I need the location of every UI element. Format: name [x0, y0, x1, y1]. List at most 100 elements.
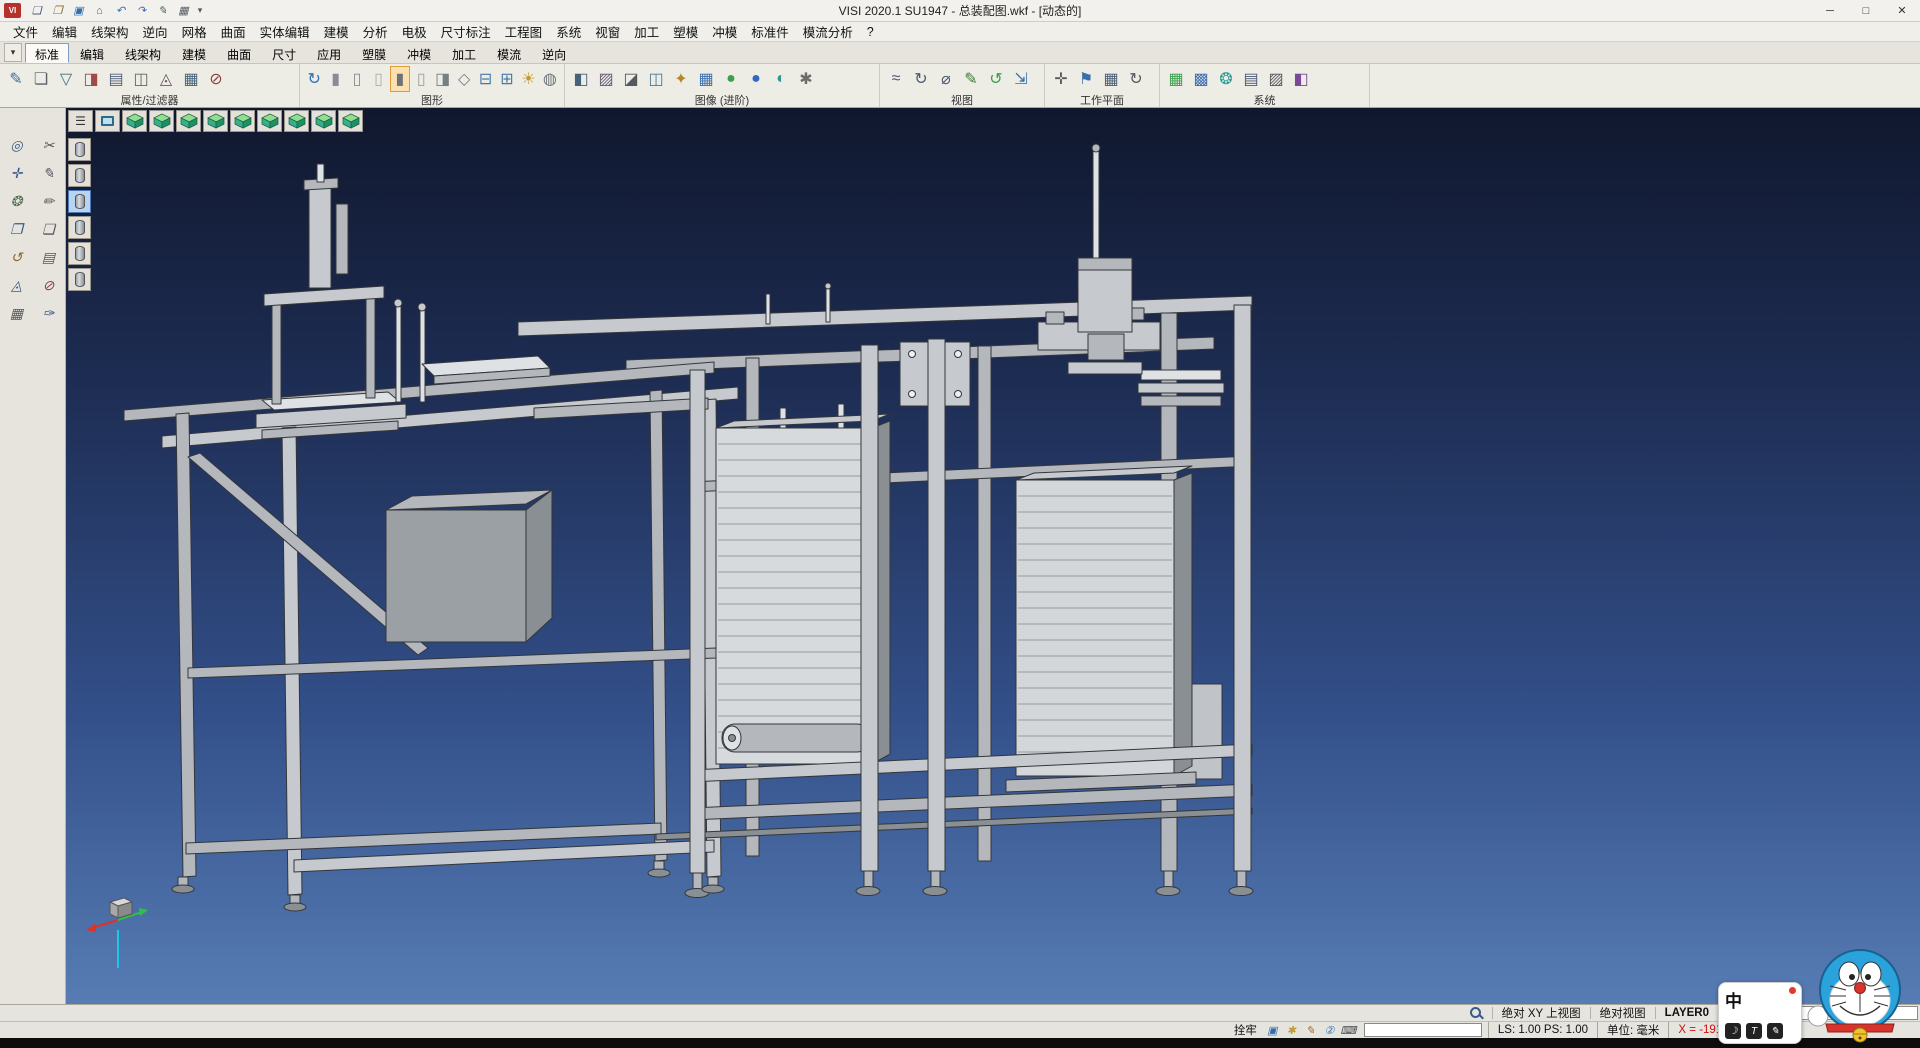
units-indicator[interactable]: 单位: 毫米	[1597, 1022, 1668, 1038]
material-icon[interactable]: ◍	[540, 66, 560, 92]
menu-edit[interactable]: 编辑	[45, 20, 84, 43]
save-icon[interactable]: ▣	[69, 2, 88, 19]
clear-filter-icon[interactable]: ⊘	[204, 66, 228, 92]
minimize-button[interactable]: ─	[1812, 0, 1848, 21]
display-mode-5-icon[interactable]	[68, 242, 91, 265]
list-icon[interactable]: ▤	[37, 246, 61, 268]
menu-mould[interactable]: 塑模	[666, 20, 705, 43]
sphere-green-icon[interactable]: ●	[719, 66, 743, 92]
menu-standard-parts[interactable]: 标准件	[744, 20, 796, 43]
layer-filter-icon[interactable]: ▤	[104, 66, 128, 92]
workplane-axes-icon[interactable]: ✛	[1049, 66, 1073, 92]
tab-edit[interactable]: 编辑	[70, 43, 114, 63]
absolute-view-label[interactable]: 绝对视图	[1600, 1005, 1646, 1021]
hatch-icon[interactable]: ▨	[1264, 66, 1288, 92]
sphere-blue-icon[interactable]: ●	[744, 66, 768, 92]
trim-icon[interactable]: ✂	[37, 134, 61, 156]
help-state-icon[interactable]: ②	[1320, 1023, 1339, 1038]
layer-manager-icon[interactable]: ▦	[1164, 66, 1188, 92]
tab-standard[interactable]: 标准	[25, 43, 69, 63]
tab-reverse[interactable]: 逆向	[532, 43, 576, 63]
menu-window[interactable]: 视窗	[588, 20, 627, 43]
tab-die[interactable]: 冲模	[397, 43, 441, 63]
grid-icon[interactable]: ▦	[174, 2, 193, 19]
refresh-view-icon[interactable]: ↺	[984, 66, 1008, 92]
view-iso-icon[interactable]	[122, 110, 147, 132]
tab-surface[interactable]: 曲面	[217, 43, 261, 63]
close-button[interactable]: ✕	[1884, 0, 1920, 21]
workplane-grid-icon[interactable]: ▦	[1099, 66, 1123, 92]
view-menu-icon[interactable]: ☰	[68, 110, 93, 132]
view-left-icon[interactable]	[230, 110, 255, 132]
tab-application[interactable]: 应用	[307, 43, 351, 63]
menu-system[interactable]: 系统	[549, 20, 588, 43]
tab-flow[interactable]: 模流	[487, 43, 531, 63]
ghost-view-icon[interactable]: ▯	[411, 66, 431, 92]
menu-modeling[interactable]: 建模	[317, 20, 356, 43]
tab-machining[interactable]: 加工	[442, 43, 486, 63]
erase-icon[interactable]: ⊘	[37, 274, 61, 296]
section-plus-icon[interactable]: ⊞	[497, 66, 517, 92]
tab-dimension[interactable]: 尺寸	[262, 43, 306, 63]
pen-icon[interactable]: ✏	[37, 190, 61, 212]
maximize-button[interactable]: □	[1848, 0, 1884, 21]
menu-file[interactable]: 文件	[6, 20, 45, 43]
tab-wireframe[interactable]: 线架构	[115, 43, 171, 63]
annotate-view-icon[interactable]: ✎	[959, 66, 983, 92]
zoom-dynamic-icon[interactable]: ≈	[884, 66, 908, 92]
attribute-copy-icon[interactable]: ❏	[29, 66, 53, 92]
reflection-icon[interactable]: ◫	[644, 66, 668, 92]
view-back-icon[interactable]	[203, 110, 228, 132]
color-filter-icon[interactable]: ◨	[79, 66, 103, 92]
zoom-select-icon[interactable]: ◎	[5, 134, 29, 156]
display-mode-2-icon[interactable]	[68, 164, 91, 187]
view-trimetric-icon[interactable]	[338, 110, 363, 132]
edit-state-icon[interactable]: ✎	[1301, 1023, 1320, 1038]
ime-pen-icon[interactable]: ✎	[1767, 1023, 1783, 1039]
edit-icon[interactable]: ✎	[153, 2, 172, 19]
view-iso-rear-icon[interactable]	[311, 110, 336, 132]
ime-mode-toggle[interactable]: 中	[1725, 987, 1742, 1012]
rotate-view-icon[interactable]: ↻	[909, 66, 933, 92]
menu-help[interactable]: ?	[860, 23, 881, 41]
table-icon[interactable]: ▤	[1239, 66, 1263, 92]
quick-select-icon[interactable]: ◬	[154, 66, 178, 92]
advanced-options-icon[interactable]: ✱	[794, 66, 818, 92]
lock-label[interactable]: 拴牢	[1234, 1022, 1257, 1038]
view-mode-label[interactable]: 绝对 XY 上视图	[1502, 1005, 1581, 1021]
shadow-icon[interactable]: ◪	[619, 66, 643, 92]
tab-mould[interactable]: 塑膜	[352, 43, 396, 63]
attribute-paint-icon[interactable]: ✎	[4, 66, 28, 92]
note-icon[interactable]: ✑	[37, 302, 61, 324]
snap-icon[interactable]: ✛	[5, 162, 29, 184]
quick-access-dropdown-icon[interactable]: ▾	[193, 2, 207, 19]
regen-icon[interactable]: ↻	[304, 66, 324, 92]
menu-electrode[interactable]: 电极	[395, 20, 434, 43]
layer-indicator[interactable]: LAYER0	[1665, 1007, 1709, 1019]
new-file-icon[interactable]: ❏	[27, 2, 46, 19]
view-right-icon[interactable]	[257, 110, 282, 132]
menu-die[interactable]: 冲模	[705, 20, 744, 43]
workplane-flag-icon[interactable]: ⚑	[1074, 66, 1098, 92]
menu-machining[interactable]: 加工	[627, 20, 666, 43]
view-top-icon[interactable]	[149, 110, 174, 132]
type-filter-icon[interactable]: ◫	[129, 66, 153, 92]
view-bottom-icon[interactable]	[284, 110, 309, 132]
undo-icon[interactable]: ↶	[111, 2, 130, 19]
shaded-edges-icon[interactable]: ▮	[390, 66, 410, 92]
facet-view-icon[interactable]: ◇	[454, 66, 474, 92]
menu-wireframe[interactable]: 线架构	[84, 20, 136, 43]
menu-solid-edit[interactable]: 实体编辑	[253, 20, 317, 43]
fit-view-icon[interactable]: ⇲	[1009, 66, 1033, 92]
menu-flow-analysis[interactable]: 模流分析	[796, 20, 860, 43]
grid-tool-icon[interactable]: ▦	[5, 302, 29, 324]
menu-dimension[interactable]: 尺寸标注	[434, 20, 498, 43]
background-icon[interactable]: ▦	[694, 66, 718, 92]
display-mode-4-icon[interactable]	[68, 216, 91, 239]
measure-icon[interactable]: ⌀	[934, 66, 958, 92]
mesh-tool-icon[interactable]: ◬	[5, 274, 29, 296]
modify-icon[interactable]: ❂	[5, 190, 29, 212]
view-front-icon[interactable]	[176, 110, 201, 132]
undo-history-icon[interactable]: ↺	[5, 246, 29, 268]
light-state-icon[interactable]: ✱	[1282, 1023, 1301, 1038]
